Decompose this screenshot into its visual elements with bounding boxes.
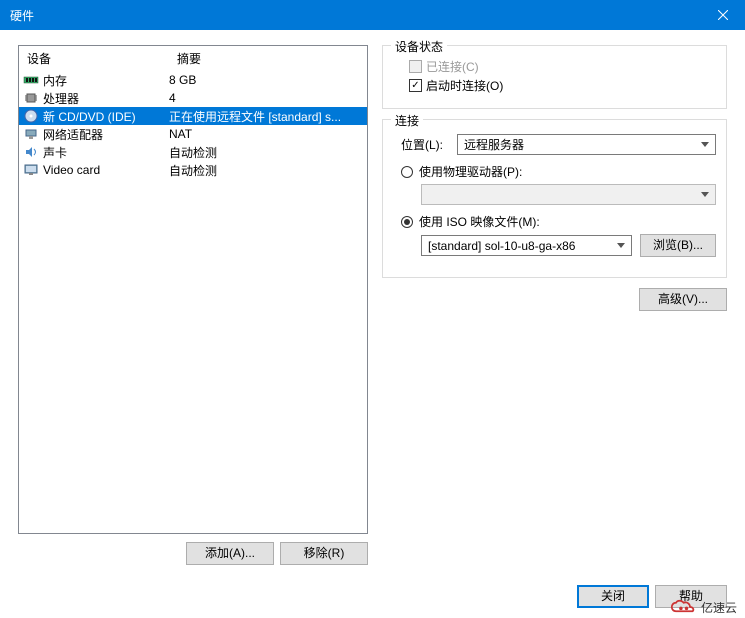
list-item-sound[interactable]: 声卡 自动检测 <box>19 143 367 161</box>
physical-drive-select <box>421 184 716 205</box>
title-bar: 硬件 <box>0 0 745 30</box>
connected-label: 已连接(C) <box>426 58 479 75</box>
device-list: 设备 摘要 内存 8 GB 处理器 4 新 C <box>18 45 368 534</box>
location-label: 位置(L): <box>401 136 451 153</box>
close-button[interactable] <box>700 0 745 30</box>
device-status-title: 设备状态 <box>391 38 447 55</box>
list-header: 设备 摘要 <box>19 46 367 71</box>
use-physical-label: 使用物理驱动器(P): <box>419 163 522 180</box>
device-summary: 8 GB <box>169 73 363 87</box>
device-list-buttons: 添加(A)... 移除(R) <box>18 542 368 565</box>
location-row: 位置(L): 远程服务器 <box>401 134 716 155</box>
connected-checkbox <box>409 60 422 73</box>
device-status-group: 设备状态 已连接(C) 启动时连接(O) <box>382 45 727 109</box>
device-summary: NAT <box>169 127 363 141</box>
right-pane: 设备状态 已连接(C) 启动时连接(O) 连接 位置(L): 远程服务器 使用物… <box>382 45 727 565</box>
use-iso-label: 使用 ISO 映像文件(M): <box>419 213 540 230</box>
browse-button[interactable]: 浏览(B)... <box>640 234 716 257</box>
use-physical-radio <box>401 166 413 178</box>
device-label: 处理器 <box>43 90 79 107</box>
use-iso-radio <box>401 216 413 228</box>
list-item-cpu[interactable]: 处理器 4 <box>19 89 367 107</box>
device-label: 网络适配器 <box>43 126 103 143</box>
list-item-network[interactable]: 网络适配器 NAT <box>19 125 367 143</box>
header-summary: 摘要 <box>177 50 359 67</box>
iso-file-select[interactable]: [standard] sol-10-u8-ga-x86 <box>421 235 632 256</box>
device-summary: 自动检测 <box>169 144 363 161</box>
remove-button[interactable]: 移除(R) <box>280 542 368 565</box>
close-icon <box>718 10 728 20</box>
connect-at-power-on-checkbox <box>409 79 422 92</box>
advanced-row: 高级(V)... <box>382 288 727 311</box>
video-icon <box>23 162 39 178</box>
location-select[interactable]: 远程服务器 <box>457 134 716 155</box>
list-item-cddvd[interactable]: 新 CD/DVD (IDE) 正在使用远程文件 [standard] s... <box>19 107 367 125</box>
use-iso-row[interactable]: 使用 ISO 映像文件(M): <box>401 213 716 230</box>
sound-icon <box>23 144 39 160</box>
close-dialog-button[interactable]: 关闭 <box>577 585 649 608</box>
physical-drive-select-row <box>421 184 716 205</box>
connected-checkbox-row[interactable]: 已连接(C) <box>409 58 716 75</box>
use-physical-row[interactable]: 使用物理驱动器(P): <box>401 163 716 180</box>
device-summary: 4 <box>169 91 363 105</box>
device-summary: 正在使用远程文件 [standard] s... <box>169 108 363 125</box>
connection-title: 连接 <box>391 112 423 129</box>
device-label: 内存 <box>43 72 67 89</box>
list-item-memory[interactable]: 内存 8 GB <box>19 71 367 89</box>
window-title: 硬件 <box>10 7 34 24</box>
device-label: 声卡 <box>43 144 67 161</box>
advanced-button[interactable]: 高级(V)... <box>639 288 727 311</box>
iso-file-row: [standard] sol-10-u8-ga-x86 浏览(B)... <box>421 234 716 257</box>
list-item-video[interactable]: Video card 自动检测 <box>19 161 367 179</box>
dialog-footer: 关闭 帮助 <box>577 585 727 608</box>
header-device: 设备 <box>27 50 177 67</box>
device-summary: 自动检测 <box>169 162 363 179</box>
connect-at-power-on-label: 启动时连接(O) <box>426 77 503 94</box>
location-value: 远程服务器 <box>464 136 524 153</box>
left-pane: 设备 摘要 内存 8 GB 处理器 4 新 C <box>18 45 368 565</box>
iso-file-value: [standard] sol-10-u8-ga-x86 <box>428 239 575 253</box>
device-label: 新 CD/DVD (IDE) <box>43 108 136 125</box>
add-button[interactable]: 添加(A)... <box>186 542 274 565</box>
cpu-icon <box>23 90 39 106</box>
network-icon <box>23 126 39 142</box>
device-label: Video card <box>43 163 100 177</box>
connect-at-power-on-row[interactable]: 启动时连接(O) <box>409 77 716 94</box>
connection-group: 连接 位置(L): 远程服务器 使用物理驱动器(P): 使用 ISO 映像文件(… <box>382 119 727 278</box>
cd-icon <box>23 108 39 124</box>
help-button[interactable]: 帮助 <box>655 585 727 608</box>
dialog-content: 设备 摘要 内存 8 GB 处理器 4 新 C <box>0 30 745 575</box>
memory-icon <box>23 72 39 88</box>
